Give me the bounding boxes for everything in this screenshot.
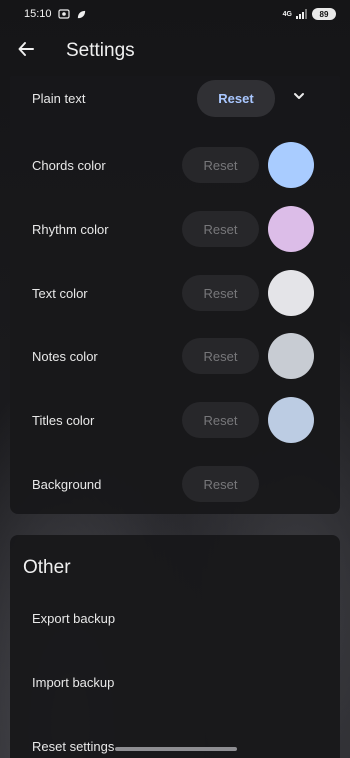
import-backup-item[interactable]: Import backup [32,675,114,690]
background-row: Background Reset [10,452,340,516]
plain-text-reset-button[interactable]: Reset [197,80,275,117]
screenshot-icon [57,8,70,20]
text-color-row: Text color Reset [10,261,340,325]
text-color-label: Text color [32,285,88,301]
notes-color-reset-button[interactable]: Reset [182,338,259,374]
signal-icon [296,9,308,19]
rhythm-color-swatch[interactable] [268,206,314,252]
titles-color-row: Titles color Reset [10,388,340,452]
titles-color-label: Titles color [32,412,95,428]
chevron-down-icon [292,89,306,108]
text-color-reset-button[interactable]: Reset [182,275,259,311]
rhythm-color-row: Rhythm color Reset [10,197,340,261]
network-type: 4G [282,10,292,18]
expand-toggle-button[interactable] [284,83,314,113]
background-label: Background [32,476,102,492]
back-button[interactable] [0,28,52,74]
app-bar: Settings [0,28,350,74]
other-settings-card: Other Export backup Import backup Reset … [10,535,340,758]
rhythm-color-label: Rhythm color [32,221,109,237]
page-title: Settings [66,40,135,61]
status-time: 15:10 [24,8,52,20]
colors-settings-card: Plain text Reset Chords color Reset Rhyt… [10,76,340,514]
notes-color-row: Notes color Reset [10,324,340,388]
chords-color-label: Chords color [32,157,106,173]
chords-color-row: Chords color Reset [10,133,340,197]
status-left: 15:10 [24,8,87,20]
plain-text-label: Plain text [32,90,86,106]
titles-color-swatch[interactable] [268,397,314,443]
chords-color-swatch[interactable] [268,142,314,188]
status-right: 4G 89 [283,8,336,20]
settings-screen: 15:10 4G 89 Settings Plain text Reset Ch… [0,0,350,758]
home-indicator [115,747,237,751]
leaf-icon [76,9,87,20]
titles-color-reset-button[interactable]: Reset [182,402,259,438]
chords-color-reset-button[interactable]: Reset [182,147,259,183]
reset-settings-item[interactable]: Reset settings [32,739,114,754]
status-bar: 15:10 4G 89 [0,0,350,28]
plain-text-row: Plain text Reset [10,76,340,120]
rhythm-color-reset-button[interactable]: Reset [182,211,259,247]
text-color-swatch[interactable] [268,270,314,316]
battery-indicator: 89 [312,8,336,20]
export-backup-item[interactable]: Export backup [32,611,115,626]
notes-color-swatch[interactable] [268,333,314,379]
notes-color-label: Notes color [32,348,98,364]
arrow-left-icon [17,40,35,63]
other-section-title: Other [23,557,71,578]
background-reset-button[interactable]: Reset [182,466,259,502]
